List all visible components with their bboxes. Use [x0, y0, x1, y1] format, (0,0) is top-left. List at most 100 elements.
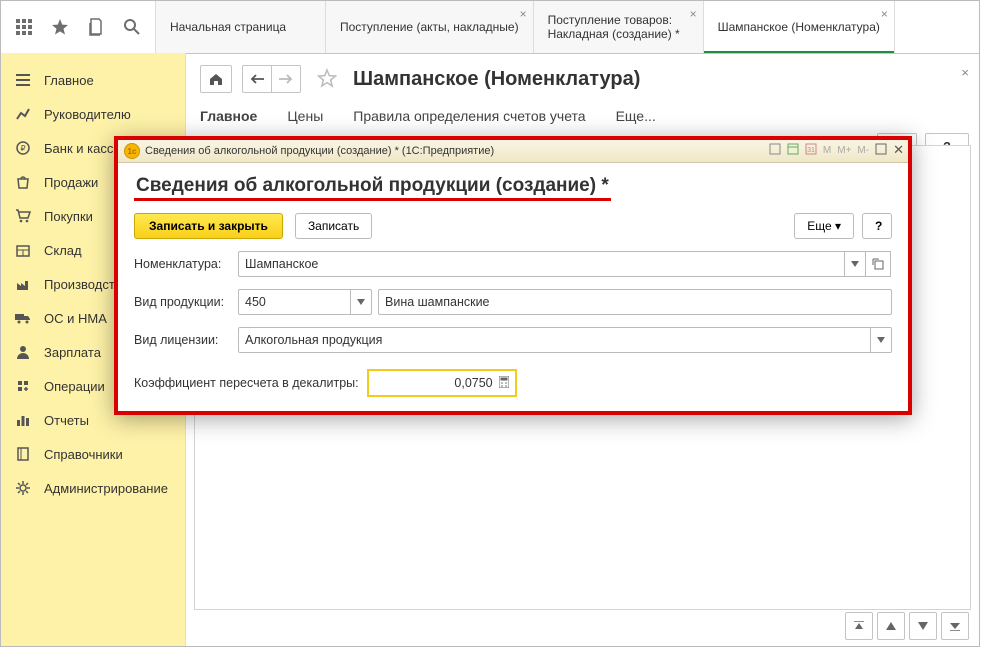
truck-icon — [15, 310, 31, 326]
scroll-bottom-icon[interactable] — [941, 612, 969, 640]
tabs-container: Начальная страница Поступление (акты, на… — [156, 1, 979, 53]
alcohol-info-dialog: 1c Сведения об алкогольной продукции (со… — [114, 136, 912, 415]
tool-a-icon[interactable] — [769, 143, 781, 158]
nomenclature-value: Шампанское — [245, 257, 318, 271]
coefficient-label: Коэффициент пересчета в декалитры: — [134, 376, 359, 390]
ops-icon — [15, 378, 31, 394]
page-close-icon[interactable]: × — [961, 65, 969, 80]
sidebar-item-main[interactable]: Главное — [1, 63, 185, 97]
dropdown-icon[interactable] — [870, 328, 891, 352]
toolbar-left-icons — [1, 1, 156, 53]
scroll-up-icon[interactable] — [877, 612, 905, 640]
tab-invoice[interactable]: Поступление товаров:Накладная (создание)… — [534, 1, 704, 53]
back-button[interactable] — [243, 66, 272, 92]
mem-mplus[interactable]: M+ — [837, 145, 851, 156]
subtab-main[interactable]: Главное — [200, 108, 257, 124]
calculator-icon[interactable] — [496, 374, 512, 390]
tab-label: Поступление (акты, накладные) — [340, 20, 519, 34]
scroll-top-icon[interactable] — [845, 612, 873, 640]
sidebar-item-label: Покупки — [44, 209, 93, 224]
coefficient-value: 0,0750 — [454, 376, 492, 390]
tool-c-icon[interactable]: 31 — [805, 143, 817, 158]
save-button[interactable]: Записать — [295, 213, 372, 239]
tab-close-icon[interactable]: × — [881, 7, 888, 21]
dialog-body: Сведения об алкогольной продукции (созда… — [118, 163, 908, 411]
dropdown-icon[interactable] — [844, 252, 865, 276]
minimize-icon[interactable] — [875, 143, 887, 158]
app-logo-icon: 1c — [124, 143, 140, 159]
license-type-label: Вид лицензии: — [134, 333, 232, 347]
dialog-heading: Сведения об алкогольной продукции (созда… — [134, 173, 611, 201]
tab-label: Накладная (создание) * — [548, 27, 689, 41]
sidebar-item-label: Справочники — [44, 447, 123, 462]
sidebar-item-label: Склад — [44, 243, 82, 258]
person-icon — [15, 344, 31, 360]
star-icon[interactable] — [51, 18, 69, 36]
scroll-down-icon[interactable] — [909, 612, 937, 640]
sidebar-item-label: Продажи — [44, 175, 98, 190]
tool-b-icon[interactable] — [787, 143, 799, 158]
dialog-title: Сведения об алкогольной продукции (созда… — [145, 145, 494, 157]
page-title: Шампанское (Номенклатура) — [353, 68, 640, 91]
open-ref-icon[interactable] — [865, 251, 891, 277]
cart-icon — [15, 208, 31, 224]
more-button[interactable]: Еще ▾ — [794, 213, 854, 239]
subtab-prices[interactable]: Цены — [287, 108, 323, 124]
coin-icon: ₽ — [15, 140, 31, 156]
nomenclature-input[interactable]: Шампанское — [238, 251, 866, 277]
sidebar-item-label: Главное — [44, 73, 94, 88]
svg-text:₽: ₽ — [20, 144, 25, 153]
dropdown-icon[interactable] — [350, 290, 371, 314]
nomenclature-label: Номенклатура: — [134, 257, 232, 271]
sidebar-item-label: Зарплата — [44, 345, 101, 360]
tab-label: Начальная страница — [170, 20, 311, 34]
bars-icon — [15, 412, 31, 428]
forward-button[interactable] — [272, 66, 300, 92]
product-type-name-value: Вина шампанские — [385, 295, 490, 309]
dialog-actions: Записать и закрыть Записать Еще ▾ ? — [134, 213, 892, 239]
apps-icon[interactable] — [15, 18, 33, 36]
dialog-titlebar[interactable]: 1c Сведения об алкогольной продукции (со… — [118, 140, 908, 163]
coefficient-input[interactable]: 0,0750 — [367, 369, 517, 397]
product-type-name-input[interactable]: Вина шампанские — [378, 289, 892, 315]
sidebar-item-references[interactable]: Справочники — [1, 437, 185, 471]
tab-champagne[interactable]: Шампанское (Номенклатура)× — [704, 1, 895, 53]
field-coefficient-row: Коэффициент пересчета в декалитры: 0,075… — [134, 369, 892, 397]
history-icon[interactable] — [87, 18, 105, 36]
home-button[interactable] — [200, 65, 232, 93]
svg-text:31: 31 — [807, 147, 815, 154]
sidebar-item-label: Операции — [44, 379, 105, 394]
dialog-close-icon[interactable]: ✕ — [893, 142, 904, 158]
dialog-title-tools: 31 M M+ M- ✕ — [769, 142, 904, 158]
tab-close-icon[interactable]: × — [520, 7, 527, 21]
app-frame: Начальная страница Поступление (акты, на… — [0, 0, 980, 647]
field-nomenclature-row: Номенклатура: Шампанское — [134, 251, 892, 277]
tab-label: Шампанское (Номенклатура) — [718, 20, 880, 34]
license-type-input[interactable]: Алкогольная продукция — [238, 327, 892, 353]
page-subtabs: Главное Цены Правила определения счетов … — [200, 108, 965, 124]
sidebar-item-admin[interactable]: Администрирование — [1, 471, 185, 505]
tab-close-icon[interactable]: × — [690, 7, 697, 21]
tab-label: Поступление товаров: — [548, 13, 689, 27]
tab-receipts[interactable]: Поступление (акты, накладные)× — [326, 1, 534, 53]
footer-controls — [845, 612, 969, 640]
dialog-help-button[interactable]: ? — [862, 213, 892, 239]
mem-m[interactable]: M — [823, 145, 831, 156]
search-icon[interactable] — [123, 18, 141, 36]
license-type-value: Алкогольная продукция — [245, 333, 382, 347]
subtab-more[interactable]: Еще... — [616, 108, 656, 124]
field-license-row: Вид лицензии: Алкогольная продукция — [134, 327, 892, 353]
mem-mminus[interactable]: M- — [857, 145, 869, 156]
bag-icon — [15, 174, 31, 190]
product-type-code-input[interactable]: 450 — [238, 289, 372, 315]
favorite-star-icon[interactable] — [317, 68, 337, 91]
tab-home[interactable]: Начальная страница — [156, 1, 326, 53]
sidebar-item-label: Администрирование — [44, 481, 168, 496]
field-product-type-row: Вид продукции: 450 Вина шампанские — [134, 289, 892, 315]
top-tabbar: Начальная страница Поступление (акты, на… — [1, 1, 979, 54]
save-and-close-button[interactable]: Записать и закрыть — [134, 213, 283, 239]
sidebar-item-manager[interactable]: Руководителю — [1, 97, 185, 131]
subtab-rules[interactable]: Правила определения счетов учета — [353, 108, 585, 124]
factory-icon — [15, 276, 31, 292]
sidebar-item-label: Банк и касса — [44, 141, 121, 156]
